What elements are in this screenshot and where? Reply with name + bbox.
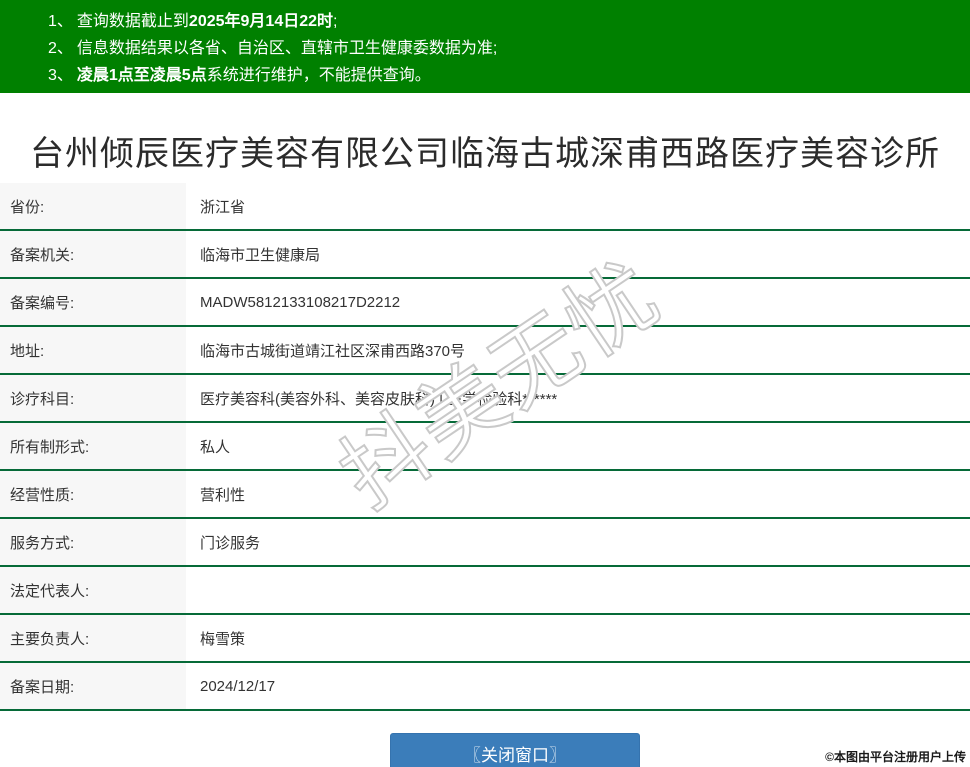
notice-text-bold: 凌晨1点至凌晨5点	[76, 67, 207, 84]
table-row-filing-number: 备案编号: MADW5812133108217D2212	[0, 279, 970, 327]
row-label: 经营性质:	[0, 471, 186, 517]
row-label: 地址:	[0, 327, 186, 373]
notice-bar: 1、 查询数据截止到2025年9月14日22时; 2、 信息数据结果以各省、自治区、…	[0, 0, 970, 93]
table-row-service-mode: 服务方式: 门诊服务	[0, 519, 970, 567]
close-window-button[interactable]: 〖关闭窗口〗	[390, 733, 640, 767]
notice-number: 3、	[48, 67, 73, 84]
table-row-province: 省份: 浙江省	[0, 183, 970, 231]
notice-line-2: 2、 信息数据结果以各省、自治区、直辖市卫生健康委数据为准;	[48, 35, 960, 62]
notice-number: 2、	[48, 40, 73, 57]
row-label: 备案编号:	[0, 279, 186, 325]
table-row-business-nature: 经营性质: 营利性	[0, 471, 970, 519]
row-label: 省份:	[0, 183, 186, 229]
row-value: 梅雪策	[200, 630, 246, 648]
row-value: 2024/12/17	[200, 677, 276, 695]
row-value: 营利性	[200, 486, 246, 504]
notice-text-bold: 2025年9月14日22时	[188, 13, 334, 30]
table-row-ownership-form: 所有制形式: 私人	[0, 423, 970, 471]
row-label: 备案机关:	[0, 231, 186, 277]
notice-text: 查询数据截止到	[76, 13, 189, 30]
row-label: 备案日期:	[0, 663, 186, 709]
row-value: MADW5812133108217D2212	[200, 293, 401, 311]
table-row-legal-representative: 法定代表人:	[0, 567, 970, 615]
notice-text: 系统进行维护，不能提供查询。	[206, 67, 431, 84]
copyright-note: ©本图由平台注册用户上传	[825, 750, 966, 764]
row-value: 临海市卫生健康局	[200, 246, 321, 264]
row-label: 诊疗科目:	[0, 375, 186, 421]
row-value	[186, 567, 970, 613]
table-row-address: 地址: 临海市古城街道靖江社区深甫西路370号	[0, 327, 970, 375]
row-label: 服务方式:	[0, 519, 186, 565]
row-value: 浙江省	[200, 198, 246, 216]
notice-text: ;	[333, 13, 338, 30]
table-row-treatment-subjects: 诊疗科目: 医疗美容科(美容外科、美容皮肤科) | 医学检验科******	[0, 375, 970, 423]
row-label: 主要负责人:	[0, 615, 186, 661]
row-value: 私人	[200, 438, 231, 456]
table-row-filing-authority: 备案机关: 临海市卫生健康局	[0, 231, 970, 279]
row-label: 所有制形式:	[0, 423, 186, 469]
info-table: 省份: 浙江省 备案机关: 临海市卫生健康局 备案编号: MADW5812133…	[0, 183, 970, 711]
row-value: 临海市古城街道靖江社区深甫西路370号	[200, 342, 466, 360]
notice-line-3: 3、 凌晨1点至凌晨5点系统进行维护，不能提供查询。	[48, 62, 960, 89]
row-value: 门诊服务	[200, 534, 261, 552]
notice-number: 1、	[48, 13, 73, 30]
row-value: 医疗美容科(美容外科、美容皮肤科) | 医学检验科******	[200, 390, 558, 408]
notice-line-1: 1、 查询数据截止到2025年9月14日22时;	[48, 8, 960, 35]
table-row-filing-date: 备案日期: 2024/12/17	[0, 663, 970, 711]
notice-text: 信息数据结果以各省、自治区、直辖市卫生健康委数据为准;	[76, 40, 498, 57]
page-title: 台州倾辰医疗美容有限公司临海古城深甫西路医疗美容诊所	[30, 135, 940, 173]
row-label: 法定代表人:	[0, 567, 186, 613]
table-row-principal: 主要负责人: 梅雪策	[0, 615, 970, 663]
